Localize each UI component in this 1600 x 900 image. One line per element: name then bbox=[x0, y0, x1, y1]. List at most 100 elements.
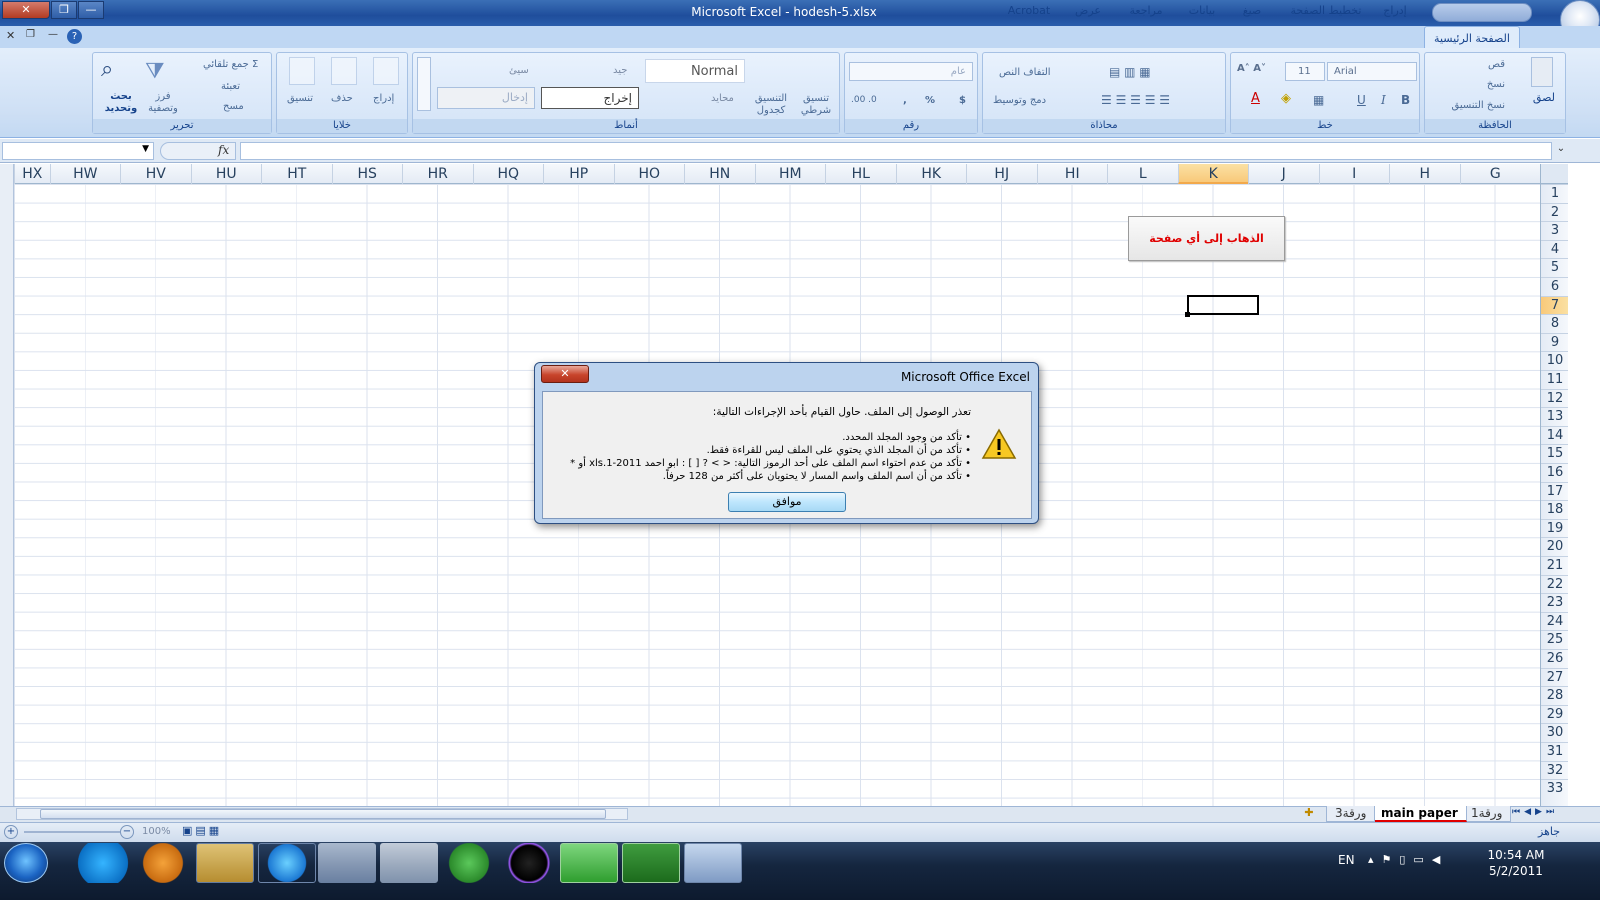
fill-color-icon[interactable]: ◈ bbox=[1281, 91, 1291, 106]
column-header[interactable]: HO bbox=[613, 164, 685, 184]
calculator-icon[interactable] bbox=[380, 843, 438, 883]
row-header[interactable]: 23 bbox=[1541, 593, 1569, 612]
column-header[interactable]: J bbox=[1248, 164, 1319, 184]
column-header[interactable]: HU bbox=[190, 164, 262, 184]
vertical-scrollbar[interactable] bbox=[0, 164, 14, 806]
column-header[interactable]: HT bbox=[261, 164, 332, 184]
merge-center-button[interactable]: دمج وتوسيط bbox=[993, 95, 1046, 106]
tab-review[interactable]: مراجعة bbox=[1124, 4, 1168, 17]
column-header[interactable]: HL bbox=[825, 164, 896, 184]
messenger-icon[interactable] bbox=[440, 843, 498, 883]
expand-formula-icon[interactable]: ⌄ bbox=[1554, 143, 1568, 159]
column-header[interactable]: H bbox=[1389, 164, 1460, 184]
row-header[interactable]: 19 bbox=[1541, 518, 1569, 538]
delete-cells-button[interactable]: حذف bbox=[331, 93, 353, 104]
zoom-in-icon[interactable]: + bbox=[4, 825, 18, 839]
format-painter-button[interactable]: نسخ التنسيق bbox=[1452, 100, 1505, 111]
tab-data[interactable]: بيانات bbox=[1184, 4, 1220, 17]
row-header[interactable]: 3 bbox=[1541, 221, 1569, 240]
row-header[interactable]: 26 bbox=[1541, 649, 1569, 668]
format-cells-button[interactable]: تنسيق bbox=[287, 93, 313, 104]
column-header[interactable]: G bbox=[1459, 164, 1531, 184]
name-box[interactable]: ▼ bbox=[2, 142, 154, 160]
column-header[interactable]: HJ bbox=[966, 164, 1037, 184]
row-header[interactable]: 13 bbox=[1541, 407, 1569, 426]
row-header[interactable]: 32 bbox=[1541, 760, 1569, 780]
style-normal[interactable]: Normal bbox=[645, 59, 745, 83]
paint-icon[interactable] bbox=[684, 843, 742, 883]
row-header[interactable]: 5 bbox=[1541, 258, 1569, 277]
internet-explorer-icon[interactable] bbox=[258, 843, 316, 883]
row-header[interactable]: 14 bbox=[1541, 425, 1569, 445]
column-header[interactable]: HV bbox=[120, 164, 191, 184]
row-header[interactable]: 2 bbox=[1541, 202, 1569, 222]
tab-acrobat[interactable]: Acrobat bbox=[1004, 4, 1054, 17]
fill-button[interactable]: تعبئة bbox=[221, 81, 240, 92]
column-header[interactable]: HN bbox=[684, 164, 755, 184]
row-header[interactable]: 1 bbox=[1541, 184, 1569, 203]
cut-button[interactable]: قص bbox=[1488, 59, 1505, 70]
explorer-icon[interactable] bbox=[196, 843, 254, 883]
font-name-select[interactable]: Arial bbox=[1327, 62, 1417, 81]
font-size-select[interactable]: 11 bbox=[1285, 62, 1325, 81]
insert-sheet-icon[interactable]: ✚ bbox=[1296, 806, 1322, 822]
taskbar-clock[interactable]: 10:54 AM 5/2/2011 bbox=[1476, 847, 1556, 879]
column-header[interactable]: HQ bbox=[472, 164, 544, 184]
sheet-tab-3[interactable]: ورقة3 bbox=[1326, 806, 1376, 822]
excel-taskbar-icon[interactable] bbox=[622, 843, 680, 883]
row-header[interactable]: 22 bbox=[1541, 574, 1569, 594]
zoom-level[interactable]: 100% bbox=[142, 826, 171, 837]
row-header[interactable]: 8 bbox=[1541, 314, 1569, 333]
wrap-text-button[interactable]: التفاف النص bbox=[999, 67, 1051, 78]
row-header[interactable]: 16 bbox=[1541, 463, 1569, 482]
percent-button[interactable]: % bbox=[925, 95, 935, 106]
row-header[interactable]: 10 bbox=[1541, 351, 1569, 370]
help-icon[interactable]: ? bbox=[67, 29, 82, 44]
column-header[interactable]: HX bbox=[14, 164, 50, 184]
start-button[interactable] bbox=[4, 843, 48, 883]
row-header[interactable]: 33 bbox=[1541, 779, 1569, 798]
insert-function-button[interactable]: fx bbox=[218, 143, 229, 157]
column-header[interactable]: HI bbox=[1036, 164, 1108, 184]
style-neutral[interactable]: محايد bbox=[711, 93, 734, 104]
close-window-button[interactable]: ✕ bbox=[2, 1, 50, 19]
styles-scroll[interactable] bbox=[417, 57, 431, 111]
column-header[interactable]: HR bbox=[402, 164, 473, 184]
row-header[interactable]: 11 bbox=[1541, 370, 1569, 389]
column-header[interactable]: L bbox=[1107, 164, 1178, 184]
tab-formulas[interactable]: صيغ bbox=[1236, 4, 1268, 17]
find-select-button[interactable]: بحث وتحديد bbox=[101, 91, 141, 115]
tray-icons[interactable]: ▴⚑▯▭◀ bbox=[1368, 853, 1448, 866]
name-box-dropdown-icon[interactable]: ▼ bbox=[142, 144, 149, 154]
font-color-icon[interactable]: A bbox=[1251, 91, 1260, 106]
horizontal-scroll-thumb[interactable] bbox=[40, 809, 606, 819]
row-header[interactable]: 4 bbox=[1541, 239, 1569, 259]
minimize-workbook-icon[interactable]: — bbox=[48, 29, 58, 40]
select-all-corner[interactable] bbox=[1540, 164, 1568, 184]
restore-window-button[interactable]: ❐ bbox=[51, 1, 77, 19]
tab-insert[interactable]: إدراج bbox=[1378, 4, 1412, 17]
zoom-slider[interactable] bbox=[24, 831, 120, 833]
style-good[interactable]: جيد bbox=[613, 65, 627, 76]
underline-button[interactable]: U bbox=[1357, 93, 1366, 107]
sheet-nav-icons[interactable]: ⏮◀▶⏭ bbox=[1512, 807, 1558, 817]
sheet-tab-main-paper[interactable]: main paper bbox=[1372, 806, 1467, 822]
currency-button[interactable]: $ bbox=[959, 95, 966, 106]
row-header[interactable]: 20 bbox=[1541, 537, 1569, 556]
row-header[interactable]: 25 bbox=[1541, 630, 1569, 649]
tab-page-layout[interactable]: تخطيط الصفحة bbox=[1284, 4, 1368, 17]
remote-desktop-icon[interactable] bbox=[560, 843, 618, 883]
row-header[interactable]: 28 bbox=[1541, 686, 1569, 705]
column-header[interactable]: K bbox=[1177, 164, 1248, 184]
clear-button[interactable]: مسح bbox=[223, 101, 244, 112]
minimize-window-button[interactable]: — bbox=[78, 1, 104, 19]
media-player-icon[interactable] bbox=[134, 843, 192, 883]
skype-icon[interactable] bbox=[74, 843, 132, 883]
column-header[interactable]: HW bbox=[49, 164, 121, 184]
column-header[interactable]: HP bbox=[543, 164, 614, 184]
row-header[interactable]: 17 bbox=[1541, 481, 1569, 501]
comma-button[interactable]: , bbox=[903, 95, 907, 106]
row-header[interactable]: 7 bbox=[1541, 295, 1569, 315]
style-output[interactable]: إخراج bbox=[541, 87, 639, 109]
tab-view[interactable]: عرض bbox=[1070, 4, 1106, 17]
